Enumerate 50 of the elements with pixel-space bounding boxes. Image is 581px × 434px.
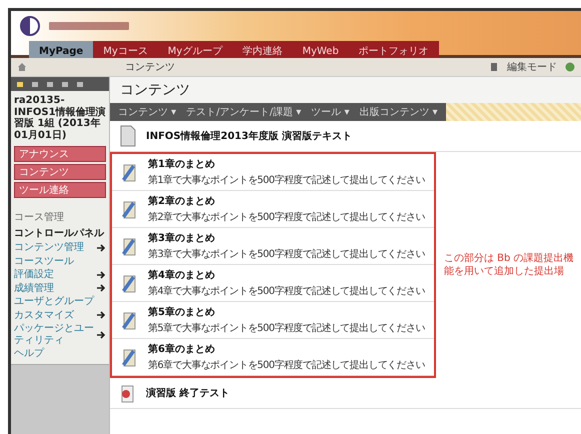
panel-link-label: コンテンツ管理 bbox=[14, 242, 84, 254]
nav-tab[interactable]: Myコース bbox=[93, 41, 158, 61]
item-title[interactable]: 第3章のまとめ bbox=[148, 231, 425, 245]
item-description: 第2章で大事なポイントを500字程度で記述して提出してください bbox=[148, 210, 425, 224]
item-title[interactable]: INFOS情報倫理2013年度版 演習版テキスト bbox=[146, 129, 352, 143]
nav-tab[interactable]: 学内連絡 bbox=[232, 41, 292, 61]
panel-link[interactable]: 成績管理 bbox=[14, 282, 106, 294]
page-heading: コンテンツ bbox=[110, 77, 581, 103]
item-title[interactable]: 第1章のまとめ bbox=[148, 157, 425, 171]
item-description: 第3章で大事なポイントを500字程度で記述して提出してください bbox=[148, 248, 425, 261]
panel-link-label: カスタマイズ bbox=[14, 310, 74, 321]
item-title[interactable]: 演習版 終了テスト bbox=[146, 386, 230, 400]
action-menu[interactable]: コンテンツ ▾ bbox=[114, 105, 180, 119]
nav-tab[interactable]: Myグループ bbox=[158, 41, 232, 61]
item-description: 第5章で大事なポイントを500字程度で記述して提出してください bbox=[148, 322, 425, 335]
panel-link-label: 評価設定 bbox=[14, 269, 54, 280]
item-title[interactable]: 第5章のまとめ bbox=[148, 305, 425, 319]
panel-link[interactable]: コンテンツ管理 bbox=[14, 242, 106, 254]
home-icon[interactable] bbox=[17, 62, 27, 72]
panel-link[interactable]: カスタマイズ bbox=[14, 310, 106, 321]
panel-link-label: コースツール bbox=[14, 256, 74, 267]
panel-link-label: ヘルプ bbox=[14, 348, 44, 360]
course-menu-button[interactable]: アナウンス bbox=[14, 146, 106, 162]
item-description: 第6章で大事なポイントを500字程度で記述して提出してください bbox=[148, 358, 425, 372]
nav-tab[interactable]: ポートフォリオ bbox=[348, 41, 439, 61]
item-title[interactable]: 第6章のまとめ bbox=[148, 342, 425, 356]
nav-tab[interactable]: MyWeb bbox=[292, 41, 349, 61]
course-menu-button[interactable]: ツール連絡 bbox=[14, 182, 106, 198]
section-label: コース管理 bbox=[14, 211, 65, 224]
breadcrumb[interactable]: コンテンツ bbox=[125, 60, 481, 74]
annotation-note: この部分は Bb の課題提出機能を用いて追加した提出場 bbox=[443, 252, 575, 278]
action-menu[interactable]: テスト/アンケート/課題 ▾ bbox=[182, 105, 306, 119]
item-description: 第4章で大事なポイントを500字程度で記述して提出してください bbox=[148, 284, 425, 298]
logo-icon bbox=[19, 15, 41, 37]
toggle-icon[interactable] bbox=[565, 62, 575, 72]
panel-title: コントロールパネル bbox=[14, 227, 106, 240]
panel-link-label: 成績管理 bbox=[14, 282, 54, 294]
panel-link[interactable]: ヘルプ bbox=[14, 348, 106, 360]
action-menu[interactable]: ツール ▾ bbox=[307, 105, 354, 119]
item-title[interactable]: 第4章のまとめ bbox=[148, 268, 425, 282]
document-icon bbox=[118, 125, 138, 147]
course-menu-button[interactable]: コンテンツ bbox=[14, 164, 106, 180]
panel-link[interactable]: コースツール bbox=[14, 256, 106, 267]
edit-mode-label[interactable]: 編集モード bbox=[507, 60, 557, 74]
course-title: ra20135-INFOS1情報倫理演習版 1組 (2013年01月01日) bbox=[14, 95, 106, 141]
panel-link[interactable]: 評価設定 bbox=[14, 269, 106, 280]
document-icon[interactable] bbox=[489, 62, 499, 72]
action-menu[interactable]: 出版コンテンツ ▾ bbox=[355, 105, 442, 119]
item-description: 第1章で大事なポイントを500字程度で記述して提出してください bbox=[148, 174, 425, 187]
item-title[interactable]: 第2章のまとめ bbox=[148, 194, 425, 208]
